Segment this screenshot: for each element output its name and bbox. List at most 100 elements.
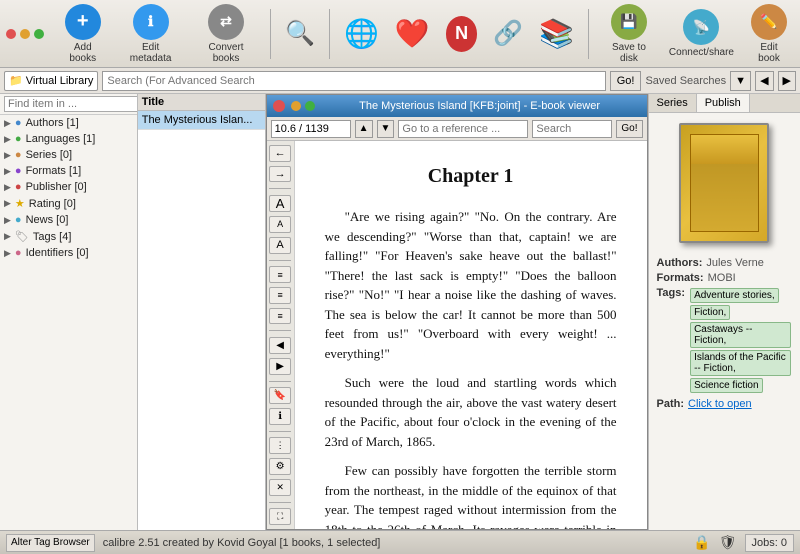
book-list: Title The Mysterious Islan... bbox=[138, 94, 266, 530]
path-label: Path: bbox=[657, 398, 685, 410]
viewer-back-button[interactable]: ← bbox=[269, 145, 291, 162]
font-medium-button[interactable]: A bbox=[269, 237, 291, 254]
virtual-library-icon: 📁 bbox=[9, 74, 23, 87]
sidebar-item-publisher[interactable]: ▶ ● Publisher [0] bbox=[0, 179, 137, 195]
jobs-indicator: Jobs: 0 bbox=[745, 534, 794, 552]
next-chapter-button[interactable]: ▶ bbox=[269, 358, 291, 375]
expand-arrow: ▶ bbox=[4, 215, 11, 226]
tag-scifi: Science fiction bbox=[690, 378, 762, 393]
shield-icon: 🛡 bbox=[719, 534, 737, 551]
sidebar-item-series[interactable]: ▶ ● Series [0] bbox=[0, 147, 137, 163]
font-small-button[interactable]: A bbox=[269, 216, 291, 233]
toolbar-separator-2 bbox=[329, 9, 330, 59]
tags-dot-icon: 🏷 bbox=[15, 230, 29, 243]
fullscreen-button[interactable]: ⛶ bbox=[269, 508, 291, 525]
panel-divider-5 bbox=[269, 431, 291, 432]
search-button[interactable]: Go! bbox=[610, 71, 642, 91]
panel-divider-3 bbox=[269, 330, 291, 331]
info-button[interactable]: ℹ bbox=[269, 408, 291, 425]
save-to-disk-button[interactable]: 💾 Save to disk bbox=[599, 1, 659, 67]
formats-value: MOBI bbox=[708, 272, 736, 284]
expand-arrow: ▶ bbox=[4, 134, 11, 145]
prev-search-button[interactable]: ◀ bbox=[755, 71, 773, 91]
paragraph-3: Few can possibly have forgotten the terr… bbox=[325, 461, 617, 529]
search-input[interactable] bbox=[102, 71, 605, 91]
virtual-library-button[interactable]: 📁 Virtual Library bbox=[4, 71, 98, 91]
justify-button[interactable]: ≡ bbox=[269, 266, 291, 283]
identifiers-dot-icon: ● bbox=[15, 247, 22, 259]
alter-tag-button[interactable]: Alter Tag Browser bbox=[6, 534, 95, 552]
status-right: 🔒 🛡 Jobs: 0 bbox=[693, 534, 794, 552]
viewer-close-button[interactable] bbox=[273, 100, 285, 112]
tag-fiction: Fiction, bbox=[690, 305, 730, 320]
edit-book-button[interactable]: ✏️ Edit book bbox=[744, 1, 794, 67]
tag-adventure: Adventure stories, bbox=[690, 288, 779, 303]
sidebar-item-rating[interactable]: ▶ ★ Rating [0] bbox=[0, 195, 137, 212]
panel-divider-4 bbox=[269, 381, 291, 382]
page-up-button[interactable]: ▲ bbox=[355, 120, 373, 138]
panel-divider-2 bbox=[269, 260, 291, 261]
viewer-maximize-button[interactable] bbox=[305, 101, 315, 111]
sidebar: Find ▶ ● Authors [1] ▶ ● Languages [1] ▶… bbox=[0, 94, 138, 530]
connect-share-button[interactable]: 📡 Connect/share bbox=[667, 6, 736, 61]
edit-metadata-button[interactable]: ℹ Edit metadata bbox=[118, 1, 184, 67]
status-bar: Alter Tag Browser calibre 2.51 created b… bbox=[0, 530, 800, 554]
second-toolbar: 📁 Virtual Library Go! Saved Searches ▼ ◀… bbox=[0, 68, 800, 94]
version-text: calibre 2.51 created by Kovid Goyal bbox=[103, 537, 277, 549]
font-large-button[interactable]: A bbox=[269, 195, 291, 212]
align-left-button[interactable]: ≡ bbox=[269, 287, 291, 304]
find-input[interactable] bbox=[4, 96, 138, 112]
search-icon: 🔍 bbox=[281, 19, 319, 48]
tab-publish[interactable]: Publish bbox=[697, 94, 750, 112]
expand-arrow: ▶ bbox=[4, 182, 11, 193]
window-close[interactable] bbox=[6, 29, 16, 39]
sidebar-item-authors[interactable]: ▶ ● Authors [1] bbox=[0, 115, 137, 131]
books-icon: 📚 bbox=[535, 17, 578, 50]
viewer-minimize-button[interactable] bbox=[291, 101, 301, 111]
sidebar-item-news[interactable]: ▶ ● News [0] bbox=[0, 212, 137, 228]
lock-icon: 🔒 bbox=[693, 534, 710, 551]
convert-books-button[interactable]: ⇄ Convert books bbox=[192, 1, 261, 67]
page-indicator-input[interactable] bbox=[271, 120, 351, 138]
sidebar-item-languages[interactable]: ▶ ● Languages [1] bbox=[0, 131, 137, 147]
saved-searches-button[interactable]: ▼ bbox=[730, 71, 751, 91]
status-info: calibre 2.51 created by Kovid Goyal [1 b… bbox=[103, 537, 686, 549]
main-content: Find ▶ ● Authors [1] ▶ ● Languages [1] ▶… bbox=[0, 94, 800, 530]
add-books-button[interactable]: + Add books bbox=[56, 1, 110, 67]
settings-button[interactable]: ⚙ bbox=[269, 458, 291, 475]
next-search-button[interactable]: ▶ bbox=[778, 71, 796, 91]
sidebar-item-tags[interactable]: ▶ 🏷 Tags [4] bbox=[0, 228, 137, 245]
viewer-page[interactable]: Chapter 1 "Are we rising again?" "No. On… bbox=[295, 141, 647, 529]
sidebar-item-formats[interactable]: ▶ ● Formats [1] bbox=[0, 163, 137, 179]
heart-icon: ❤️ bbox=[391, 17, 434, 50]
book-cover bbox=[679, 123, 769, 243]
book-meta: Authors: Jules Verne Formats: MOBI Tags:… bbox=[649, 253, 800, 417]
toc-button[interactable]: ⋮ bbox=[269, 437, 291, 454]
tab-series[interactable]: Series bbox=[649, 94, 697, 112]
align-right-button[interactable]: ≡ bbox=[269, 308, 291, 325]
book-list-item[interactable]: The Mysterious Islan... bbox=[138, 111, 265, 130]
right-panel-tabs: Series Publish bbox=[649, 94, 800, 113]
viewer-forward-button[interactable]: → bbox=[269, 166, 291, 183]
expand-arrow: ▶ bbox=[4, 166, 11, 177]
panel-divider-6 bbox=[269, 502, 291, 503]
publisher-dot-icon: ● bbox=[15, 181, 22, 193]
news-dot-icon: ● bbox=[15, 214, 22, 226]
globe-icon: 🌐 bbox=[340, 17, 383, 50]
page-down-button[interactable]: ▼ bbox=[377, 120, 395, 138]
goto-input[interactable] bbox=[398, 120, 528, 138]
prev-chapter-button[interactable]: ◀ bbox=[269, 337, 291, 354]
bookmark-button[interactable]: 🔖 bbox=[269, 387, 291, 404]
viewer-toolbar: ▲ ▼ Go! bbox=[267, 117, 647, 141]
chapter-title: Chapter 1 bbox=[325, 161, 617, 191]
formats-label: Formats: bbox=[657, 272, 704, 284]
viewer-search-input[interactable] bbox=[532, 120, 612, 138]
path-value[interactable]: Click to open bbox=[688, 398, 752, 410]
sidebar-item-identifiers[interactable]: ▶ ● Identifiers [0] bbox=[0, 245, 137, 261]
window-minimize[interactable] bbox=[20, 29, 30, 39]
window-maximize[interactable] bbox=[34, 29, 44, 39]
book-list-header: Title bbox=[138, 94, 265, 111]
viewer-search-button[interactable]: Go! bbox=[616, 120, 642, 138]
tag-islands: Islands of the Pacific -- Fiction, bbox=[690, 350, 791, 376]
close-viewer-button[interactable]: ✕ bbox=[269, 479, 291, 496]
